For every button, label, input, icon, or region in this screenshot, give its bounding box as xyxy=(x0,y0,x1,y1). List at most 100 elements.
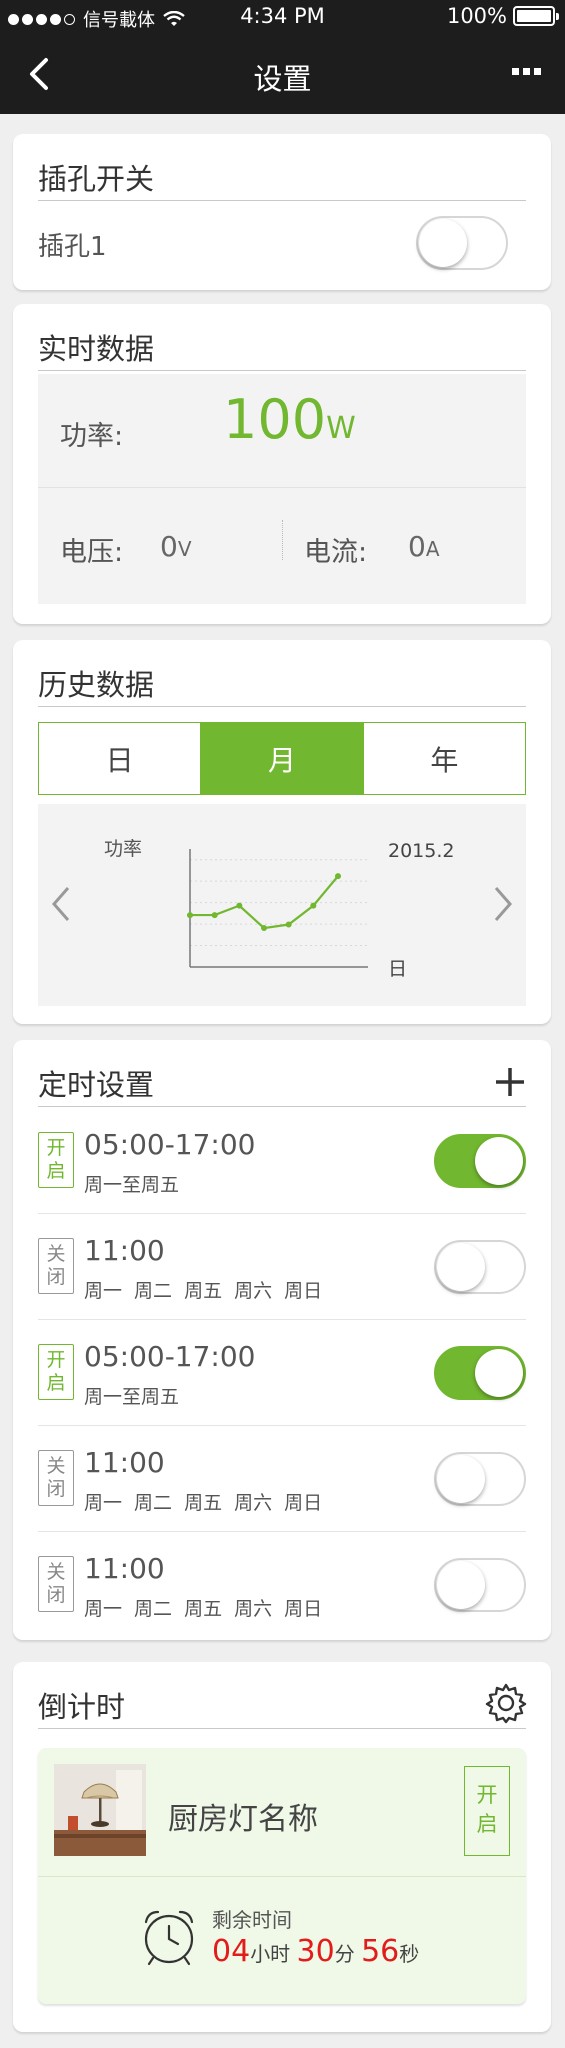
timer-row[interactable]: 关闭 11:00 周一 周二 周五 周六 周日 xyxy=(38,1532,526,1638)
timer-badge-text: 关闭 xyxy=(46,1243,66,1288)
timer-row[interactable]: 关闭 11:00 周一 周二 周五 周六 周日 xyxy=(38,1214,526,1320)
socket-switch-title: 插孔开关 xyxy=(38,162,155,196)
current-number: 0 xyxy=(408,530,426,563)
tab-year[interactable]: 年 xyxy=(364,723,525,794)
remaining-time: 04小时 30分 56秒 xyxy=(212,1934,419,1969)
timer-row[interactable]: 开启 05:00-17:00 周一至周五 xyxy=(38,1108,526,1214)
timer-badge-text: 开启 xyxy=(46,1137,66,1182)
battery-percent: 100% xyxy=(446,4,507,28)
timer-status-badge: 关闭 xyxy=(38,1450,74,1506)
history-card: 历史数据 日 月 年 功率 2015.2 日 xyxy=(13,640,551,1024)
history-title: 历史数据 xyxy=(38,668,155,702)
countdown-device-box: 厨房灯名称 开启 剩余时间 04小时 30分 56秒 xyxy=(38,1748,526,2004)
hours-unit: 小时 xyxy=(250,1942,291,1966)
timer-row[interactable]: 开启 05:00-17:00 周一至周五 xyxy=(38,1320,526,1426)
chart-series-line xyxy=(190,875,339,930)
timer-badge-text: 关闭 xyxy=(46,1455,66,1500)
timer-status-badge: 关闭 xyxy=(38,1238,74,1294)
realtime-data-card: 实时数据 功率: 100W 电压: 0V 电流: 0A xyxy=(13,304,551,624)
countdown-title: 倒计时 xyxy=(38,1690,126,1724)
timer-time: 11:00 xyxy=(84,1552,165,1585)
realtime-box: 功率: 100W 电压: 0V 电流: 0A xyxy=(38,374,526,604)
chart-y-label: 功率 xyxy=(104,838,143,860)
timer-days: 周一 周二 周五 周六 周日 xyxy=(84,1492,323,1514)
timer-time: 11:00 xyxy=(84,1446,165,1479)
history-chart-box: 功率 2015.2 日 xyxy=(38,804,526,1006)
chart-data-point xyxy=(310,902,317,909)
tab-month[interactable]: 月 xyxy=(201,723,364,794)
timer-status-badge: 关闭 xyxy=(38,1556,74,1612)
timer-days: 周一 周二 周五 周六 周日 xyxy=(84,1280,323,1302)
chart-data-point xyxy=(335,873,341,880)
timer-days: 周一 周二 周五 周六 周日 xyxy=(84,1598,323,1620)
remaining-hours: 04 xyxy=(212,1934,251,1969)
status-right: 100% xyxy=(446,4,559,28)
timer-status-badge: 开启 xyxy=(38,1344,74,1400)
timer-toggle[interactable] xyxy=(434,1240,526,1294)
remaining-minutes: 30 xyxy=(296,1934,335,1969)
timer-toggle[interactable] xyxy=(434,1558,526,1612)
minutes-unit: 分 xyxy=(334,1942,355,1966)
next-period-arrow-icon[interactable] xyxy=(490,884,516,924)
current-unit: A xyxy=(425,537,440,561)
chart-data-point xyxy=(211,912,218,919)
countdown-toggle-button[interactable]: 开启 xyxy=(464,1766,510,1856)
power-value: 100W xyxy=(223,388,356,451)
timer-badge-text: 关闭 xyxy=(46,1561,66,1606)
timer-time: 05:00-17:00 xyxy=(84,1340,256,1373)
battery-icon xyxy=(513,6,559,26)
page-title: 设置 xyxy=(253,62,312,96)
divider xyxy=(38,706,526,707)
alarm-clock-icon xyxy=(144,1910,194,1966)
power-number: 100 xyxy=(223,388,327,451)
history-tabs: 日 月 年 xyxy=(38,722,526,795)
chart-data-point xyxy=(261,925,267,932)
timer-badge-text: 开启 xyxy=(46,1349,66,1394)
timer-toggle[interactable] xyxy=(434,1452,526,1506)
countdown-card: 倒计时 厨房灯名称 开启 剩余时间 04小时 30分 56秒 xyxy=(13,1662,551,2032)
add-timer-icon[interactable] xyxy=(494,1066,526,1098)
chart-period: 2015.2 xyxy=(388,840,455,862)
timer-status-badge: 开启 xyxy=(38,1132,74,1188)
tab-day[interactable]: 日 xyxy=(39,723,202,794)
chart-data-point xyxy=(187,912,193,919)
timer-days: 周一至周五 xyxy=(84,1174,180,1196)
timer-title: 定时设置 xyxy=(38,1068,155,1102)
chart-x-label: 日 xyxy=(388,958,408,980)
socket-1-label: 插孔1 xyxy=(38,232,107,262)
socket-1-toggle[interactable] xyxy=(416,216,508,270)
timer-settings-card: 定时设置 开启 05:00-17:00 周一至周五关闭 11:00 周一 周二 周五 周… xyxy=(13,1040,551,1640)
countdown-device-name: 厨房灯名称 xyxy=(168,1802,318,1837)
chart-data-point xyxy=(285,921,292,928)
remaining-time-label: 剩余时间 xyxy=(212,1908,292,1932)
seconds-unit: 秒 xyxy=(399,1942,420,1966)
current-value: 0A xyxy=(408,530,440,563)
realtime-title: 实时数据 xyxy=(38,332,155,366)
divider xyxy=(38,370,526,371)
more-menu-icon[interactable] xyxy=(512,68,541,75)
gear-icon[interactable] xyxy=(485,1682,527,1724)
realtime-divider xyxy=(38,487,526,488)
power-label: 功率: xyxy=(60,421,124,452)
divider xyxy=(38,1876,526,1877)
voltage-value: 0V xyxy=(160,530,192,563)
voltage-unit: V xyxy=(177,537,192,561)
timer-row[interactable]: 关闭 11:00 周一 周二 周五 周六 周日 xyxy=(38,1426,526,1532)
divider xyxy=(38,1728,526,1729)
lamp-image xyxy=(54,1764,146,1856)
timer-toggle[interactable] xyxy=(434,1134,526,1188)
voltage-label: 电压: xyxy=(60,537,124,568)
timer-time: 05:00-17:00 xyxy=(84,1128,256,1161)
remaining-seconds: 56 xyxy=(361,1934,400,1969)
countdown-toggle-label: 开启 xyxy=(476,1783,498,1836)
history-line-chart xyxy=(187,849,368,968)
chart-data-point xyxy=(236,902,243,909)
divider xyxy=(38,200,526,201)
divider xyxy=(38,1106,526,1107)
prev-period-arrow-icon[interactable] xyxy=(48,884,74,924)
timer-toggle[interactable] xyxy=(434,1346,526,1400)
nav-bar: 设置 xyxy=(0,34,565,114)
current-label: 电流: xyxy=(304,537,368,568)
realtime-vertical-divider xyxy=(282,520,283,560)
voltage-number: 0 xyxy=(160,530,178,563)
